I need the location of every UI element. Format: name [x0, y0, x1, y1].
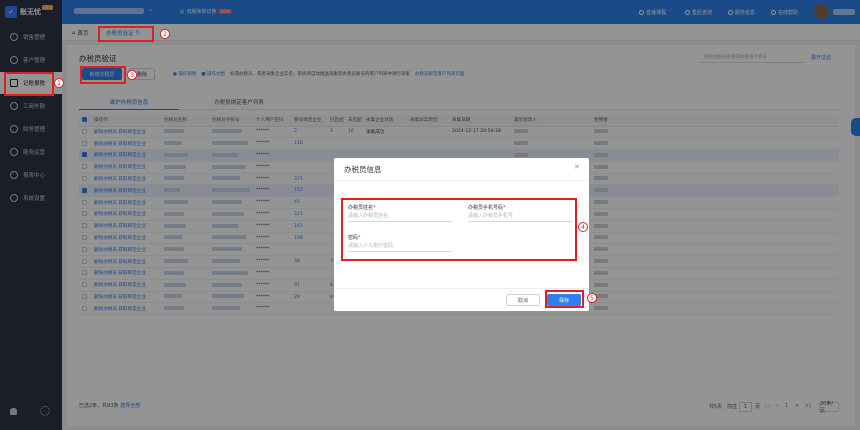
highlight-box-2 [98, 26, 154, 42]
dialog-title: 办税员信息 [344, 165, 382, 174]
step-badge-4: 4 [578, 222, 588, 232]
step-badge-1: 1 [54, 78, 64, 88]
step-badge-5: 5 [587, 293, 597, 303]
dialog-divider [334, 180, 589, 181]
highlight-box-3 [80, 66, 126, 84]
dialog-footer-divider [334, 288, 589, 289]
highlight-box-1 [4, 72, 54, 96]
close-icon[interactable]: ✕ [574, 163, 580, 171]
step-badge-3: 3 [127, 70, 137, 80]
highlight-box-5 [545, 290, 584, 308]
step-badge-2: 2 [160, 29, 170, 39]
highlight-box-4 [341, 198, 577, 261]
cancel-button[interactable]: 取消 [506, 294, 540, 306]
